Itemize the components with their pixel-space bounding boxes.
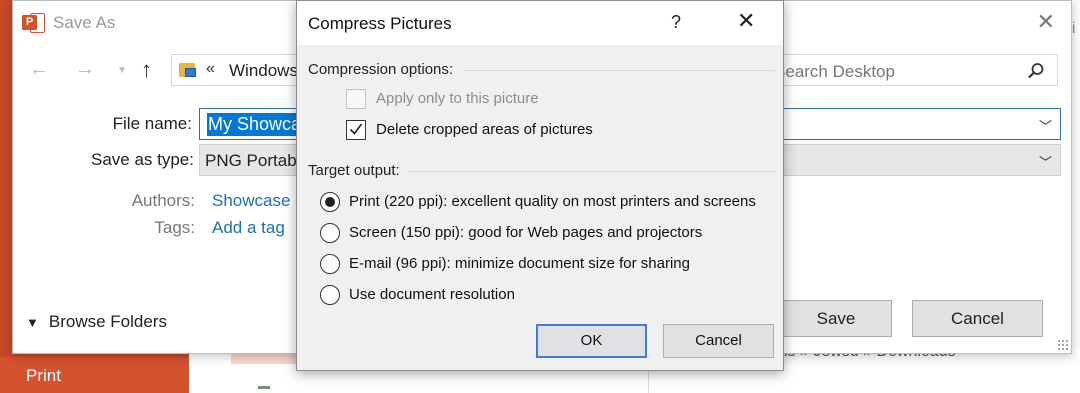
backstage-thumbnail bbox=[231, 354, 301, 364]
checkbox-box[interactable] bbox=[346, 89, 366, 109]
address-overflow-chevron[interactable]: « bbox=[206, 60, 215, 78]
compress-pictures-dialog: Compress Pictures ? ✕ Compression option… bbox=[296, 0, 784, 371]
checkbox-label: Apply only to this picture bbox=[376, 90, 539, 107]
target-output-label: Target output: bbox=[308, 162, 400, 179]
radio-label: Print (220 ppi): excellent quality on mo… bbox=[349, 193, 756, 210]
save-as-title: Save As bbox=[53, 13, 116, 32]
file-name-value[interactable]: My Showca bbox=[207, 113, 303, 136]
save-as-type-value: PNG Portab bbox=[205, 151, 297, 170]
compression-options-divider bbox=[463, 70, 775, 71]
checkmark-icon bbox=[349, 123, 363, 135]
browse-folders-label: Browse Folders bbox=[48, 312, 167, 331]
cancel-button[interactable]: Cancel bbox=[663, 324, 774, 358]
forward-arrow-icon[interactable]: → bbox=[75, 58, 95, 81]
backstage-accent bbox=[258, 386, 270, 389]
help-icon[interactable]: ? bbox=[671, 12, 681, 33]
back-arrow-icon[interactable]: ← bbox=[29, 58, 49, 81]
save-button[interactable]: Save bbox=[780, 300, 892, 337]
powerpoint-icon: P bbox=[22, 11, 46, 35]
cancel-button[interactable]: Cancel bbox=[912, 300, 1043, 337]
radio-label: E-mail (96 ppi): minimize document size … bbox=[349, 255, 690, 272]
search-input[interactable]: Search Desktop bbox=[753, 54, 1058, 86]
radio-button[interactable] bbox=[320, 285, 340, 305]
checkbox-label: Delete cropped areas of pictures bbox=[376, 121, 593, 138]
compression-options-label: Compression options: bbox=[308, 61, 454, 78]
browse-folders-toggle[interactable]: ▼ Browse Folders bbox=[26, 312, 167, 332]
backstage-print-item[interactable]: Print bbox=[0, 357, 189, 393]
address-bar[interactable]: « Windows bbox=[171, 54, 311, 86]
radio-label: Use document resolution bbox=[349, 286, 515, 303]
add-tag-link[interactable]: Add a tag bbox=[212, 218, 285, 238]
ok-button[interactable]: OK bbox=[536, 324, 647, 358]
chevron-down-icon[interactable]: ﹀ bbox=[1039, 116, 1052, 135]
dialog-titlebar: Compress Pictures ? ✕ bbox=[297, 1, 783, 45]
radio-button[interactable] bbox=[320, 192, 340, 212]
authors-label: Authors: bbox=[131, 191, 195, 210]
save-as-type-label: Save as type: bbox=[90, 150, 194, 169]
close-icon[interactable]: ✕ bbox=[737, 10, 755, 32]
desktop-folder-icon bbox=[179, 61, 197, 79]
dialog-title: Compress Pictures bbox=[308, 14, 452, 33]
search-icon[interactable] bbox=[1027, 62, 1045, 80]
close-icon[interactable]: ✕ bbox=[1037, 11, 1055, 33]
search-placeholder: Search Desktop bbox=[774, 62, 895, 81]
resize-grip-icon[interactable] bbox=[1057, 339, 1069, 351]
checkbox-box[interactable] bbox=[346, 120, 366, 140]
recent-locations-chevron-icon[interactable]: ▼ bbox=[117, 65, 127, 76]
target-output-divider bbox=[409, 171, 775, 172]
radio-button[interactable] bbox=[320, 223, 340, 243]
chevron-down-icon[interactable]: ﹀ bbox=[1039, 152, 1052, 171]
tags-label: Tags: bbox=[154, 218, 195, 237]
file-name-label: File name: bbox=[112, 114, 192, 133]
radio-selected-dot bbox=[325, 197, 335, 207]
radio-button[interactable] bbox=[320, 254, 340, 274]
chevron-down-icon: ▼ bbox=[26, 315, 39, 330]
authors-link[interactable]: Showcase bbox=[212, 191, 290, 211]
up-arrow-icon[interactable]: ↑ bbox=[141, 57, 152, 83]
address-breadcrumb[interactable]: Windows bbox=[229, 61, 298, 81]
radio-label: Screen (150 ppi): good for Web pages and… bbox=[349, 224, 703, 241]
